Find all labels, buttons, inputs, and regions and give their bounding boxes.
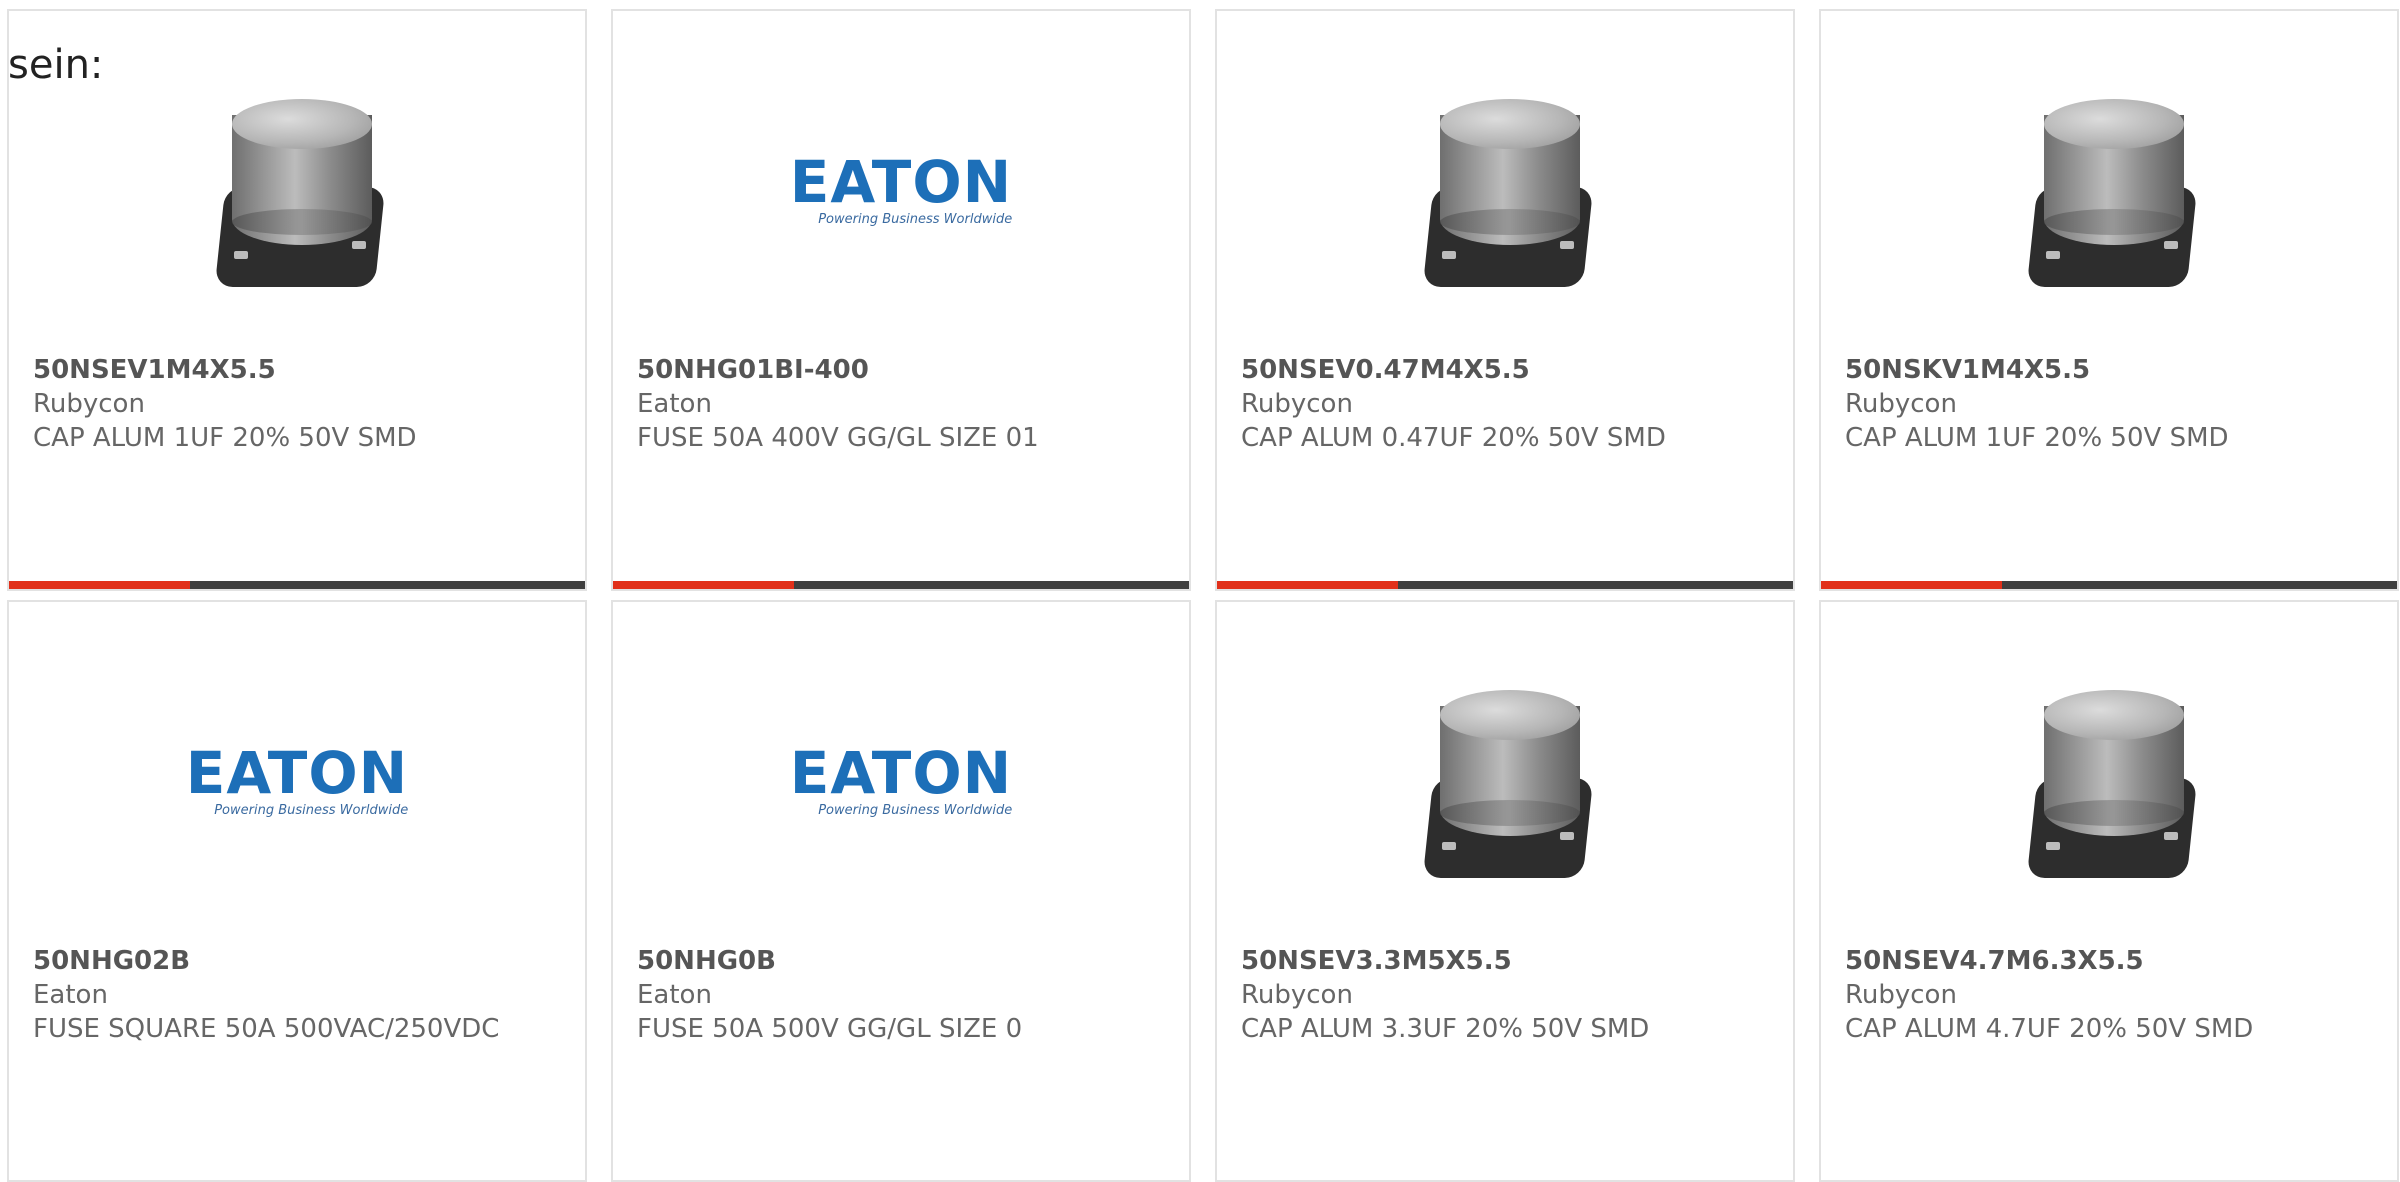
progress-fill [613,581,795,589]
product-description: CAP ALUM 1UF 20% 50V SMD [1845,423,2229,453]
part-number[interactable]: 50NHG0B [637,944,1169,978]
product-image[interactable] [1217,672,1793,892]
lead-text: sein: [8,42,104,88]
product-description: CAP ALUM 4.7UF 20% 50V SMD [1845,1014,2254,1044]
product-info: 50NHG02B Eaton FUSE SQUARE 50A 500VAC/25… [33,944,565,1046]
part-number[interactable]: 50NHG01BI-400 [637,353,1169,387]
product-image[interactable]: EATON Powering Business Worldwide [613,81,1189,301]
product-card[interactable]: 50NSEV1M4X5.5 Rubycon CAP ALUM 1UF 20% 5… [7,9,587,591]
product-description: CAP ALUM 1UF 20% 50V SMD [33,423,417,453]
progress-bar [613,581,1189,589]
product-info: 50NSEV3.3M5X5.5 Rubycon CAP ALUM 3.3UF 2… [1241,944,1773,1046]
progress-bar [1217,581,1793,589]
manufacturer: Eaton [637,389,712,419]
product-info: 50NSEV4.7M6.3X5.5 Rubycon CAP ALUM 4.7UF… [1845,944,2377,1046]
product-info: 50NHG01BI-400 Eaton FUSE 50A 400V GG/GL … [637,353,1169,455]
part-number[interactable]: 50NSKV1M4X5.5 [1845,353,2377,387]
progress-bar [1821,581,2397,589]
product-image[interactable] [9,81,585,301]
product-description: FUSE 50A 500V GG/GL SIZE 0 [637,1014,1023,1044]
manufacturer: Rubycon [1241,389,1353,419]
manufacturer: Eaton [33,980,108,1010]
manufacturer: Rubycon [1241,980,1353,1010]
progress-bar [9,581,585,589]
part-number[interactable]: 50NSEV0.47M4X5.5 [1241,353,1773,387]
manufacturer: Rubycon [33,389,145,419]
product-description: FUSE 50A 400V GG/GL SIZE 01 [637,423,1039,453]
manufacturer: Eaton [637,980,712,1010]
part-number[interactable]: 50NHG02B [33,944,565,978]
manufacturer: Rubycon [1845,389,1957,419]
product-image[interactable]: EATON Powering Business Worldwide [613,672,1189,892]
product-image[interactable] [1821,672,2397,892]
product-description: FUSE SQUARE 50A 500VAC/250VDC [33,1014,500,1044]
part-number[interactable]: 50NSEV4.7M6.3X5.5 [1845,944,2377,978]
product-info: 50NHG0B Eaton FUSE 50A 500V GG/GL SIZE 0 [637,944,1169,1046]
product-card[interactable]: EATON Powering Business Worldwide 50NHG0… [611,600,1191,1182]
product-card[interactable]: 50NSEV3.3M5X5.5 Rubycon CAP ALUM 3.3UF 2… [1215,600,1795,1182]
product-card[interactable]: 50NSEV0.47M4X5.5 Rubycon CAP ALUM 0.47UF… [1215,9,1795,591]
eaton-logo: EATON Powering Business Worldwide [789,148,1013,227]
progress-fill [9,581,191,589]
manufacturer: Rubycon [1845,980,1957,1010]
product-card[interactable]: 50NSEV4.7M6.3X5.5 Rubycon CAP ALUM 4.7UF… [1819,600,2399,1182]
part-number[interactable]: 50NSEV3.3M5X5.5 [1241,944,1773,978]
product-grid: 50NSEV1M4X5.5 Rubycon CAP ALUM 1UF 20% 5… [7,9,2399,1182]
eaton-logo: EATON Powering Business Worldwide [789,739,1013,818]
product-card[interactable]: EATON Powering Business Worldwide 50NHG0… [7,600,587,1182]
capacitor-image [1410,91,1600,291]
product-info: 50NSKV1M4X5.5 Rubycon CAP ALUM 1UF 20% 5… [1845,353,2377,455]
product-image[interactable] [1217,81,1793,301]
product-info: 50NSEV0.47M4X5.5 Rubycon CAP ALUM 0.47UF… [1241,353,1773,455]
capacitor-image [2014,91,2204,291]
progress-fill [1217,581,1399,589]
product-card[interactable]: EATON Powering Business Worldwide 50NHG0… [611,9,1191,591]
eaton-logo: EATON Powering Business Worldwide [185,739,409,818]
capacitor-image [1410,682,1600,882]
product-description: CAP ALUM 0.47UF 20% 50V SMD [1241,423,1666,453]
capacitor-image [2014,682,2204,882]
product-info: 50NSEV1M4X5.5 Rubycon CAP ALUM 1UF 20% 5… [33,353,565,455]
part-number[interactable]: 50NSEV1M4X5.5 [33,353,565,387]
progress-fill [1821,581,2003,589]
product-description: CAP ALUM 3.3UF 20% 50V SMD [1241,1014,1650,1044]
capacitor-image [202,91,392,291]
product-image[interactable] [1821,81,2397,301]
product-card[interactable]: 50NSKV1M4X5.5 Rubycon CAP ALUM 1UF 20% 5… [1819,9,2399,591]
product-image[interactable]: EATON Powering Business Worldwide [9,672,585,892]
